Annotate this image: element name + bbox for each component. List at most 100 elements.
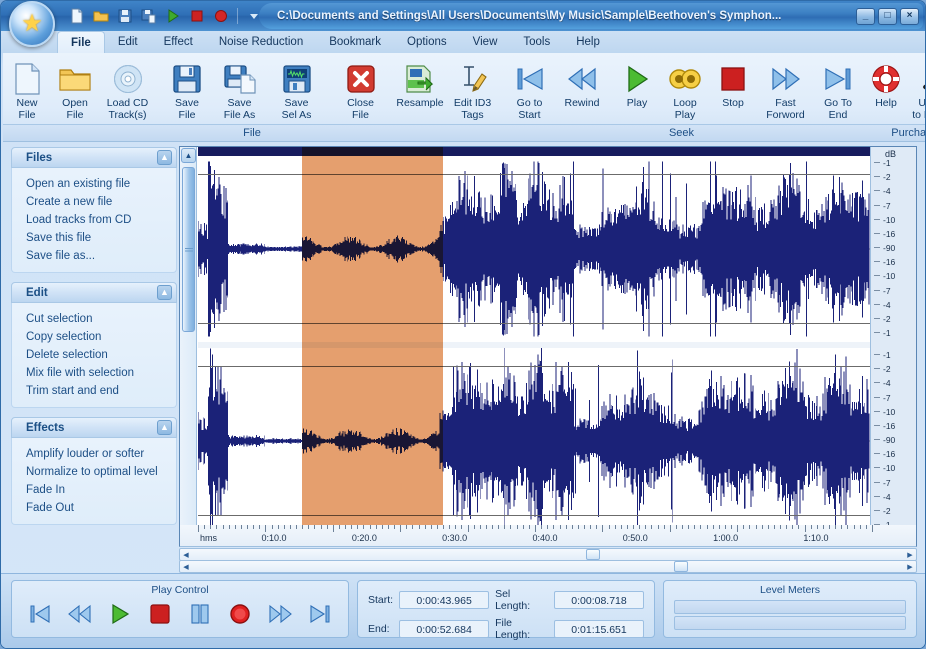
close-button[interactable]: × <box>900 8 919 25</box>
sidebar-link-delete-selection[interactable]: Delete selection <box>12 346 176 364</box>
chevron-up-icon[interactable]: ▲ <box>157 420 172 435</box>
sidebar-link-open-an-existing-file[interactable]: Open an existing file <box>12 175 176 193</box>
menu-item-noise-reduction[interactable]: Noise Reduction <box>206 31 316 53</box>
ribbon-button-load-cd-track-s[interactable]: Load CD Track(s) <box>99 57 156 121</box>
active-selection-region[interactable] <box>589 147 671 545</box>
maximize-button[interactable]: □ <box>878 8 897 25</box>
horizontal-scroll-thumb-primary[interactable] <box>586 549 600 560</box>
new-file-icon[interactable] <box>69 8 85 24</box>
ruler-time-label: 0:40.0 <box>532 533 557 543</box>
menu-item-bookmark[interactable]: Bookmark <box>316 31 394 53</box>
time-ruler[interactable]: hms0:10.00:20.00:30.00:40.00:50.01:00.01… <box>179 525 917 547</box>
go-to-start-button[interactable] <box>26 603 54 629</box>
db-tick-label: -16 <box>883 257 895 267</box>
end-value[interactable]: 0:00:52.684 <box>399 620 489 638</box>
ruler-time-label: 1:10.0 <box>803 533 828 543</box>
rewind-button[interactable] <box>66 603 94 629</box>
menu-item-view[interactable]: View <box>460 31 511 53</box>
play-button[interactable] <box>106 603 134 629</box>
menu-item-help[interactable]: Help <box>563 31 613 53</box>
ribbon-button-new-file[interactable]: New File <box>3 57 51 121</box>
sidebar-link-load-tracks-from-cd[interactable]: Load tracks from CD <box>12 211 176 229</box>
scroll-right-arrow[interactable]: ▶ <box>904 551 916 559</box>
fast-forward-button[interactable] <box>266 603 294 629</box>
stop-button[interactable] <box>146 603 174 629</box>
ribbon-button-save-sel-as[interactable]: Save Sel As <box>268 57 325 121</box>
vertical-scrollbar[interactable]: ▲ ▼ <box>180 147 197 545</box>
waveform-channel-left[interactable] <box>198 156 870 342</box>
scroll-left-arrow[interactable]: ◀ <box>180 551 192 559</box>
sidebar-panel-header[interactable]: Edit ▲ <box>11 282 177 303</box>
sidebar-link-fade-out[interactable]: Fade Out <box>12 499 176 517</box>
ribbon-button-resample[interactable]: Resample <box>396 57 444 110</box>
sidebar-link-create-a-new-file[interactable]: Create a new file <box>12 193 176 211</box>
sidebar-link-trim-start-and-end[interactable]: Trim start and end <box>12 382 176 400</box>
ribbon-button-go-to-start[interactable]: Go to Start <box>501 57 558 121</box>
zoom-scroll-right-arrow[interactable]: ▶ <box>904 563 916 571</box>
play-green-icon <box>622 62 652 96</box>
scroll-up-arrow[interactable]: ▲ <box>181 148 196 163</box>
menu-item-tools[interactable]: Tools <box>510 31 563 53</box>
ribbon-button-open-file[interactable]: Open File <box>51 57 99 121</box>
ribbon-button-loop-play[interactable]: Loop Play <box>661 57 709 121</box>
minimize-button[interactable]: _ <box>856 8 875 25</box>
horizontal-scrollbar-zoom[interactable]: ◀ ▶ <box>179 560 917 573</box>
sidebar-link-save-this-file[interactable]: Save this file <box>12 229 176 247</box>
file-length-value[interactable]: 0:01:15.651 <box>554 620 644 638</box>
chevron-up-icon[interactable]: ▲ <box>157 150 172 165</box>
sel-length-value[interactable]: 0:00:08.718 <box>554 591 644 609</box>
play-icon[interactable] <box>165 8 181 24</box>
sidebar-link-amplify-louder-or-softer[interactable]: Amplify louder or softer <box>12 445 176 463</box>
ribbon-button-rewind[interactable]: Rewind <box>558 57 606 110</box>
ribbon-button-save-file-as[interactable]: Save File As <box>211 57 268 121</box>
ribbon-button-upgrade-to-platinum[interactable]: Upgrade to Platinum <box>910 57 926 121</box>
sidebar-panel-body: Cut selectionCopy selectionDelete select… <box>11 303 177 408</box>
sidebar-link-normalize-to-optimal-level[interactable]: Normalize to optimal level <box>12 463 176 481</box>
ribbon-button-play[interactable]: Play <box>613 57 661 110</box>
pause-button[interactable] <box>186 603 214 629</box>
selection-highlight-region[interactable] <box>302 147 442 545</box>
ribbon-button-fast-forword[interactable]: Fast Forword <box>757 57 814 121</box>
menu-item-file[interactable]: File <box>57 31 105 53</box>
chevron-up-icon[interactable]: ▲ <box>157 285 172 300</box>
record-button[interactable] <box>226 603 254 629</box>
sidebar-panel-title: Effects <box>26 422 64 434</box>
vertical-scroll-thumb[interactable] <box>182 167 195 332</box>
sidebar-panel-title: Edit <box>26 287 48 299</box>
ruler-tick <box>645 525 646 529</box>
ruler-tick <box>700 525 701 529</box>
record-icon[interactable] <box>213 8 229 24</box>
save-as-icon[interactable] <box>141 8 157 24</box>
sidebar-link-copy-selection[interactable]: Copy selection <box>12 328 176 346</box>
sidebar-panel-header[interactable]: Files▲ <box>11 147 177 168</box>
ruler-tick <box>872 525 873 532</box>
stop-icon[interactable] <box>189 8 205 24</box>
menu-item-edit[interactable]: Edit <box>105 31 151 53</box>
go-to-end-button[interactable] <box>306 603 334 629</box>
ribbon-button-help[interactable]: Help <box>862 57 910 110</box>
sidebar-panel-header[interactable]: Effects ▲ <box>11 417 177 438</box>
menu-item-effect[interactable]: Effect <box>151 31 206 53</box>
save-icon[interactable] <box>117 8 133 24</box>
sidebar-link-fade-in[interactable]: Fade In <box>12 481 176 499</box>
ribbon-button-stop[interactable]: Stop <box>709 57 757 110</box>
sidebar-link-save-file-as[interactable]: Save file as... <box>12 247 176 265</box>
window-title: C:\Documents and Settings\All Users\Docu… <box>277 10 781 22</box>
waveform-channel-right[interactable] <box>198 348 870 534</box>
ribbon-button-edit-id3-tags[interactable]: Edit ID3 Tags <box>444 57 501 121</box>
sidebar-link-cut-selection[interactable]: Cut selection <box>12 310 176 328</box>
horizontal-scroll-thumb-zoom[interactable] <box>674 561 688 572</box>
app-logo-orb[interactable]: ★ <box>9 1 55 47</box>
sidebar-link-mix-file-with-selection[interactable]: Mix file with selection <box>12 364 176 382</box>
start-value[interactable]: 0:00:43.965 <box>399 591 489 609</box>
ribbon-button-close-file[interactable]: Close File <box>332 57 389 121</box>
timeline-strip[interactable] <box>198 147 870 156</box>
ribbon-button-go-to-end[interactable]: Go To End <box>814 57 862 121</box>
menu-item-options[interactable]: Options <box>394 31 460 53</box>
zoom-scroll-left-arrow[interactable]: ◀ <box>180 563 192 571</box>
ribbon-button-save-file[interactable]: Save File <box>163 57 211 121</box>
ruler-tick <box>504 525 505 529</box>
waveform-lanes[interactable] <box>198 147 870 545</box>
db-tick-label: -2 <box>883 506 891 516</box>
open-file-icon[interactable] <box>93 8 109 24</box>
